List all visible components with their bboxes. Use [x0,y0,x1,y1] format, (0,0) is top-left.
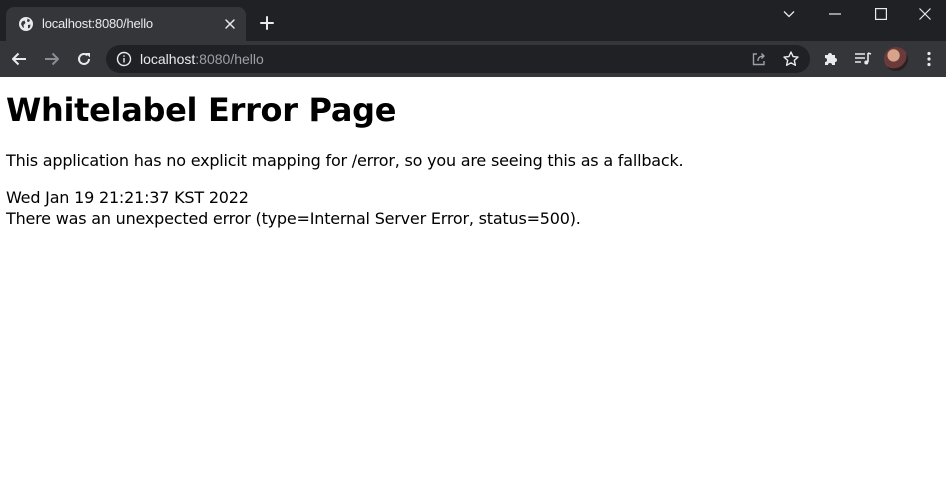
page-title: Whitelabel Error Page [6,91,397,129]
url-host: localhost [140,51,196,67]
back-button[interactable] [5,45,33,73]
error-message: This application has no explicit mapping… [6,151,684,170]
reload-button[interactable] [70,45,98,73]
reload-icon [78,52,90,65]
arrow-right-icon [45,52,59,66]
close-tab-icon[interactable] [222,16,238,32]
bookmark-star-icon[interactable] [782,50,800,68]
minimize-icon [829,13,841,15]
extensions-puzzle-icon[interactable] [821,49,841,69]
url-path: :8080/hello [195,51,264,67]
new-tab-icon[interactable] [257,13,277,33]
tab-strip: localhost:8080/hello [0,0,946,41]
more-menu-icon[interactable] [919,49,939,69]
browser-toolbar: localhost:8080/hello [0,41,946,77]
tab-title: localhost:8080/hello [42,16,153,31]
arrow-left-icon [12,52,26,66]
chevron-down-icon [783,11,795,18]
share-icon[interactable] [750,50,768,68]
error-detail: There was an unexpected error (type=Inte… [6,209,581,228]
maximize-icon [875,8,887,20]
profile-avatar[interactable] [884,47,908,71]
url-text[interactable]: localhost:8080/hello [140,51,264,67]
close-icon [919,8,931,20]
tab-search-button[interactable] [766,0,812,28]
media-control-icon[interactable] [853,49,873,69]
maximize-button[interactable] [858,0,904,28]
site-info-icon[interactable] [116,51,132,67]
close-window-button[interactable] [904,0,946,28]
address-bar[interactable]: localhost:8080/hello [106,45,810,73]
forward-button[interactable] [38,45,66,73]
page-content: Whitelabel Error Page This application h… [0,77,946,500]
error-timestamp: Wed Jan 19 21:21:37 KST 2022 [6,188,249,207]
globe-icon [18,16,34,32]
minimize-button[interactable] [812,0,858,28]
browser-tab[interactable]: localhost:8080/hello [6,7,246,41]
